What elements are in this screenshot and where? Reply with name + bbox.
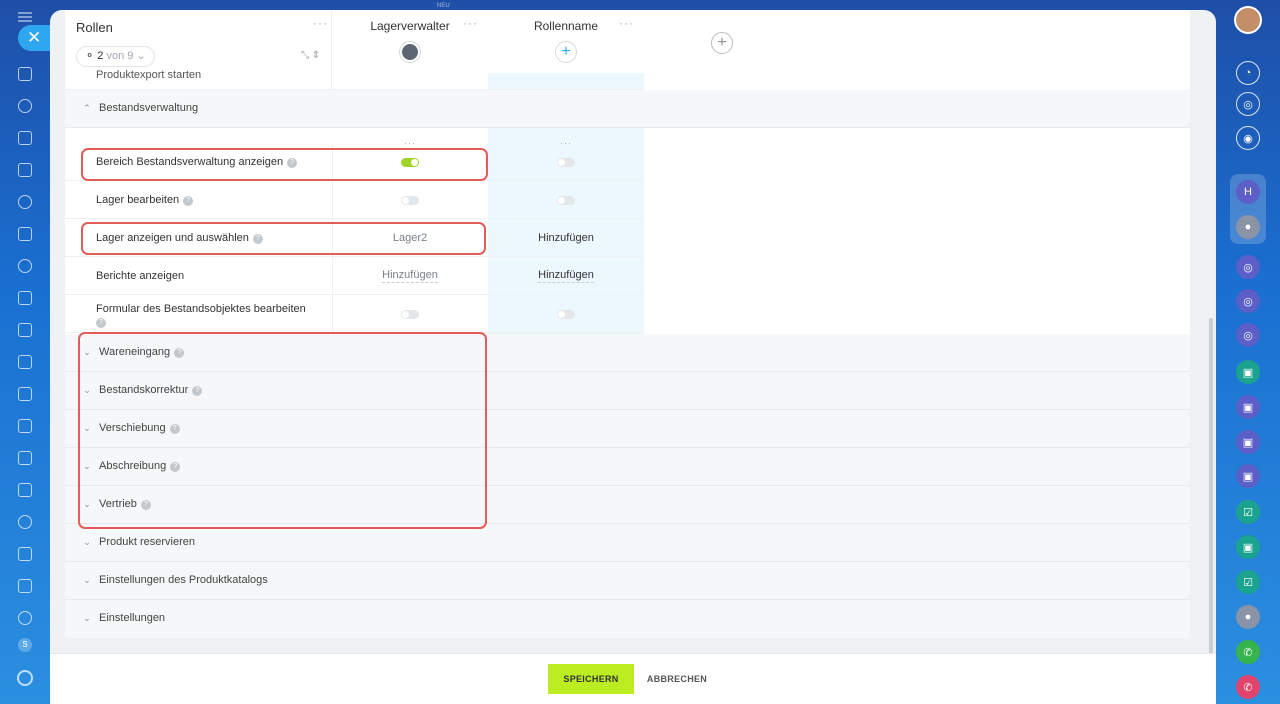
add-value-link[interactable]: Hinzufügen bbox=[382, 269, 438, 283]
section-einstellungen[interactable]: ⌄ Einstellungen bbox=[65, 600, 1190, 638]
left-nav-icons bbox=[0, 58, 50, 634]
permission-label: Produktexport starten bbox=[96, 69, 202, 81]
lock-icon[interactable]: ▣ bbox=[1236, 360, 1260, 384]
document-icon[interactable] bbox=[0, 122, 50, 154]
crm-icon[interactable] bbox=[0, 314, 50, 346]
permission-label: Berichte anzeigen bbox=[96, 270, 185, 282]
new-badge: NEU bbox=[437, 3, 450, 9]
lock-icon[interactable]: ▣ bbox=[1236, 430, 1260, 454]
add-role-button[interactable]: + bbox=[711, 32, 733, 54]
menu-icon[interactable] bbox=[18, 12, 32, 22]
pager-count: 2 bbox=[97, 50, 104, 62]
more-icon[interactable]: ··· bbox=[463, 16, 478, 30]
collapse-expand-icon[interactable]: ⤡ ⇕ bbox=[301, 50, 320, 61]
card-icon[interactable] bbox=[0, 282, 50, 314]
eye-icon: ⚬ bbox=[85, 50, 95, 62]
task-chat-icon[interactable]: ☑ bbox=[1236, 570, 1260, 594]
user-avatar[interactable] bbox=[1234, 6, 1262, 34]
section-title: Einstellungen des Produktkatalogs bbox=[99, 574, 268, 586]
robot-icon[interactable] bbox=[0, 570, 50, 602]
openline-icon[interactable]: ◎ bbox=[1236, 255, 1260, 279]
bell-icon[interactable]: ◔ bbox=[1236, 61, 1260, 85]
cart-icon[interactable] bbox=[0, 378, 50, 410]
section-bestandsverwaltung[interactable]: ⌃ Bestandsverwaltung bbox=[65, 90, 1190, 128]
footer-bar: SPEICHERN ABBRECHEN bbox=[50, 653, 1216, 704]
help-icon[interactable]: ? bbox=[96, 318, 106, 328]
phone-icon[interactable]: ✆ bbox=[1236, 640, 1260, 664]
permission-toggle[interactable] bbox=[401, 309, 419, 319]
inventory-icon[interactable] bbox=[0, 410, 50, 442]
feed-icon[interactable] bbox=[0, 90, 50, 122]
add-value-link[interactable]: Hinzufügen bbox=[538, 232, 594, 245]
permissions-table: Rollen ··· ⚬ 2 von 9 ⌄ ⤡ ⇕ Lagerverwalte… bbox=[65, 10, 1190, 638]
permission-toggle[interactable] bbox=[557, 309, 575, 319]
lock-icon[interactable]: ▣ bbox=[1236, 535, 1260, 559]
highlight-box bbox=[81, 148, 488, 181]
contact-avatar-icon[interactable]: ● bbox=[1236, 215, 1260, 239]
section-title: Einstellungen bbox=[99, 612, 166, 624]
sites-badge[interactable]: S bbox=[18, 638, 32, 652]
section-einstellungen-produktkatalog[interactable]: ⌄ Einstellungen des Produktkatalogs bbox=[65, 562, 1190, 600]
help-icon[interactable]: ? bbox=[183, 196, 194, 206]
permission-toggle[interactable] bbox=[557, 157, 575, 167]
tasks-icon[interactable] bbox=[0, 154, 50, 186]
section-produkt-reservieren[interactable]: ⌄ Produkt reservieren bbox=[65, 524, 1190, 562]
lock-icon[interactable]: ▣ bbox=[1236, 464, 1260, 488]
drive-icon[interactable] bbox=[0, 506, 50, 538]
copilot-icon[interactable]: ◎ bbox=[1236, 92, 1260, 116]
permission-label: Formular des Bestandsobjektes bearbeiten… bbox=[96, 303, 306, 328]
mail-icon[interactable] bbox=[0, 474, 50, 506]
table-row: Lager bearbeiten? bbox=[65, 181, 644, 219]
table-row: Produktexport starten bbox=[65, 69, 644, 90]
analytics-icon[interactable] bbox=[0, 346, 50, 378]
docs-icon[interactable] bbox=[0, 218, 50, 250]
phone-missed-icon[interactable]: ✆ bbox=[1236, 675, 1260, 699]
section-title: Bestandsverwaltung bbox=[99, 102, 199, 114]
chevron-down-icon[interactable]: ⌄ bbox=[80, 573, 94, 587]
cancel-button[interactable]: ABBRECHEN bbox=[642, 664, 712, 694]
add-value-link[interactable]: Hinzufügen bbox=[538, 269, 594, 283]
chevron-down-icon: ⌄ bbox=[136, 50, 146, 62]
edit-icon[interactable] bbox=[0, 442, 50, 474]
contacts-icon[interactable] bbox=[0, 186, 50, 218]
calendar-icon[interactable] bbox=[0, 538, 50, 570]
close-slider-button[interactable]: ✕ bbox=[18, 25, 50, 51]
pager-total: von 9 bbox=[106, 50, 134, 62]
chevron-down-icon[interactable]: ⌄ bbox=[80, 611, 94, 625]
permission-toggle[interactable] bbox=[557, 195, 575, 205]
openline-icon[interactable]: ◎ bbox=[1236, 289, 1260, 313]
search-chat-icon[interactable]: ◉ bbox=[1236, 126, 1260, 150]
section-title: Produkt reservieren bbox=[99, 536, 195, 548]
table-row: Formular des Bestandsobjektes bearbeiten… bbox=[65, 295, 644, 333]
more-icon[interactable]: ··· bbox=[313, 16, 328, 30]
chat-icon[interactable] bbox=[0, 250, 50, 282]
roles-title: Rollen bbox=[76, 20, 113, 35]
highlight-box bbox=[78, 332, 487, 529]
gear-icon[interactable] bbox=[17, 670, 33, 686]
chevron-down-icon[interactable]: ⌄ bbox=[80, 535, 94, 549]
save-button[interactable]: SPEICHERN bbox=[548, 664, 634, 694]
lock-icon[interactable]: ▣ bbox=[1236, 395, 1260, 419]
target-icon[interactable] bbox=[0, 602, 50, 634]
role-permissions-panel: Rollen ··· ⚬ 2 von 9 ⌄ ⤡ ⇕ Lagerverwalte… bbox=[50, 10, 1216, 704]
openline-icon[interactable]: ◎ bbox=[1236, 323, 1260, 347]
role-members-icon[interactable] bbox=[399, 41, 421, 63]
home-icon[interactable] bbox=[0, 58, 50, 90]
roles-pager[interactable]: ⚬ 2 von 9 ⌄ bbox=[76, 46, 155, 67]
group-avatar-icon[interactable]: ● bbox=[1236, 605, 1260, 629]
permission-toggle[interactable] bbox=[401, 195, 419, 205]
add-member-icon[interactable]: + bbox=[555, 41, 577, 63]
table-header: Rollen ··· ⚬ 2 von 9 ⌄ ⤡ ⇕ Lagerverwalte… bbox=[65, 10, 1190, 90]
permission-label: Lager bearbeiten? bbox=[96, 194, 326, 207]
right-sidebar: ◔ ◎ ◉ H ● ◎ ◎ ◎ ▣ ▣ ▣ ▣ ☑ ▣ ☑ ● ✆ ✆ bbox=[1216, 0, 1280, 704]
scrollbar[interactable] bbox=[1209, 318, 1213, 698]
highlight-box bbox=[81, 222, 486, 255]
chat-avatar-icon[interactable]: H bbox=[1236, 180, 1260, 204]
table-row: Berichte anzeigen Hinzufügen Hinzufügen bbox=[65, 257, 644, 295]
task-chat-icon[interactable]: ☑ bbox=[1236, 500, 1260, 524]
chevron-up-icon[interactable]: ⌃ bbox=[80, 101, 94, 115]
more-icon[interactable]: ··· bbox=[619, 16, 634, 30]
